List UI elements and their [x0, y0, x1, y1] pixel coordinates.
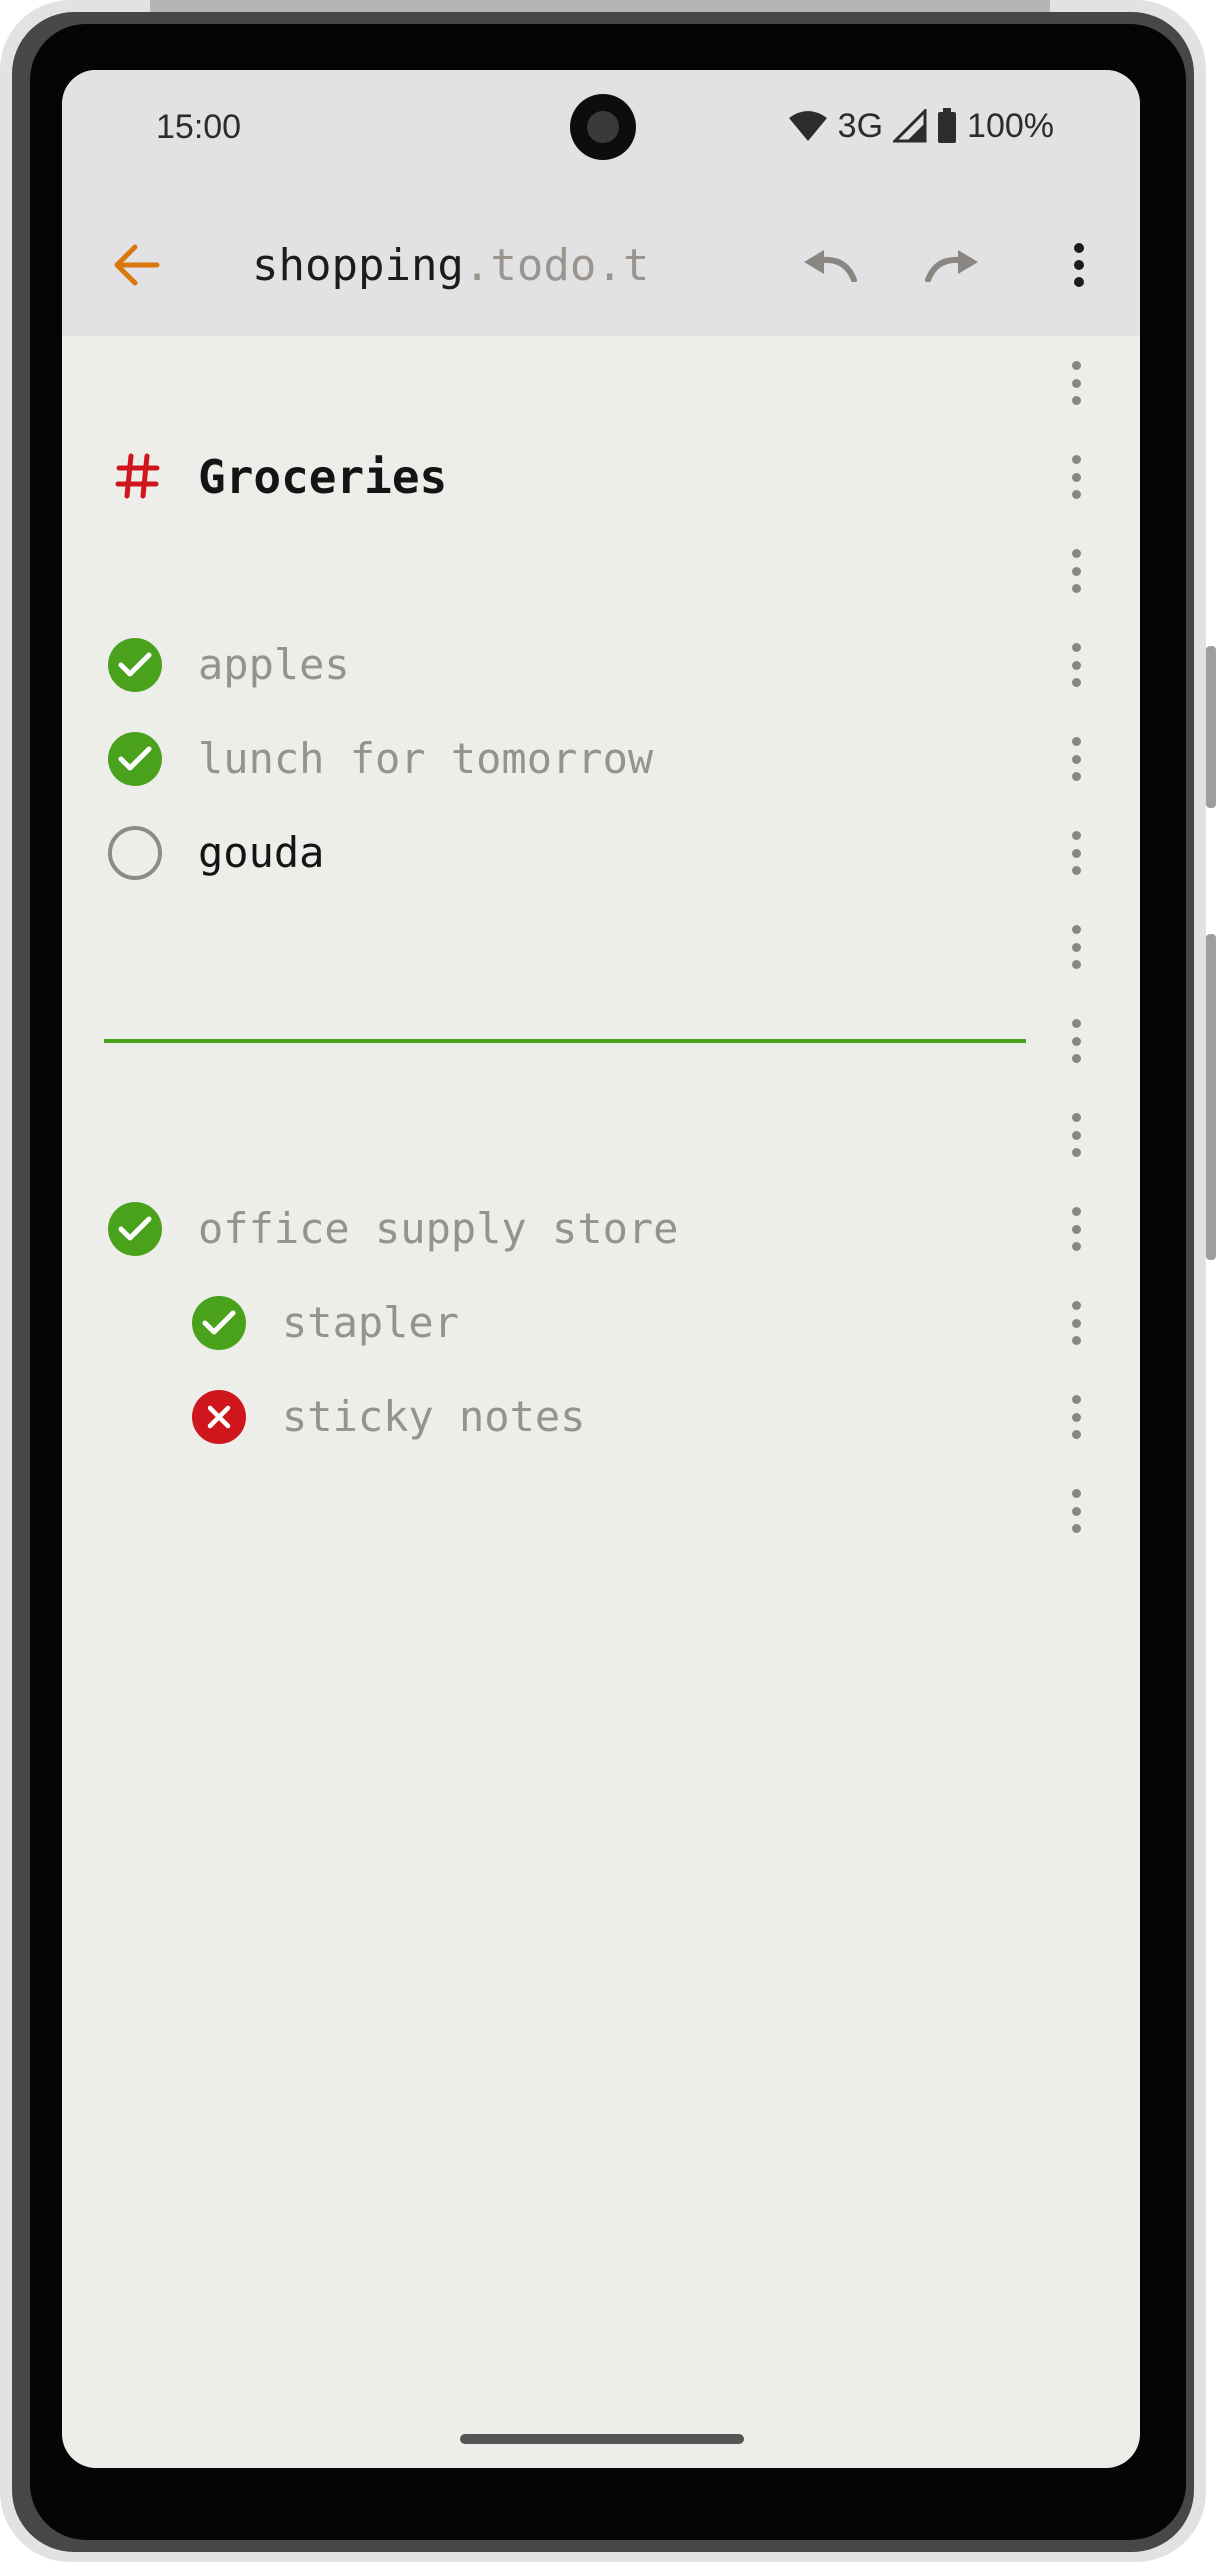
- row-menu-button[interactable]: [1058, 737, 1094, 781]
- undo-button[interactable]: [794, 230, 864, 300]
- close-icon: [207, 1405, 231, 1429]
- row-menu-button[interactable]: [1058, 549, 1094, 593]
- file-extension: .todo.t: [463, 240, 650, 291]
- task-row[interactable]: office supply store: [62, 1182, 1140, 1276]
- phone-volume-button: [1206, 934, 1216, 1260]
- phone-power-button: [1206, 646, 1216, 808]
- redo-button[interactable]: [918, 230, 988, 300]
- done-checkbox[interactable]: [108, 732, 162, 786]
- home-indicator[interactable]: [460, 2434, 744, 2444]
- done-checkbox[interactable]: [192, 1296, 246, 1350]
- status-indicators: 3G 100%: [788, 106, 1054, 146]
- check-icon: [118, 746, 152, 771]
- row-menu-button[interactable]: [1058, 361, 1094, 405]
- blank-line[interactable]: [62, 524, 1140, 618]
- open-checkbox[interactable]: [108, 826, 162, 880]
- task-text: office supply store: [198, 1204, 679, 1253]
- row-menu-button[interactable]: [1058, 455, 1094, 499]
- heading-row[interactable]: Groceries: [62, 430, 1140, 524]
- row-menu-button[interactable]: [1058, 1489, 1094, 1533]
- screen: 15:00 3G 100% shopping.todo.t Groceries …: [62, 70, 1140, 2468]
- done-checkbox[interactable]: [108, 638, 162, 692]
- front-camera: [570, 94, 636, 160]
- app-bar: shopping.todo.t: [62, 194, 1140, 336]
- status-bar: 15:00 3G 100%: [62, 70, 1140, 194]
- overflow-menu-button[interactable]: [1044, 230, 1114, 300]
- row-menu-button[interactable]: [1058, 1395, 1094, 1439]
- blank-line[interactable]: [62, 900, 1140, 994]
- row-menu-button[interactable]: [1058, 831, 1094, 875]
- task-row[interactable]: gouda: [62, 806, 1140, 900]
- divider-row[interactable]: [62, 994, 1140, 1088]
- file-name: shopping: [252, 240, 464, 291]
- check-icon: [118, 652, 152, 677]
- battery-percent: 100%: [967, 106, 1054, 145]
- undo-icon: [804, 250, 857, 282]
- row-menu-button[interactable]: [1058, 1207, 1094, 1251]
- todo-document: Groceries apples lunch for tomorrow goud…: [62, 336, 1140, 2468]
- hash-icon: [108, 446, 168, 506]
- back-arrow-icon: [114, 244, 160, 286]
- blank-line[interactable]: [62, 1464, 1140, 1558]
- subtask-row[interactable]: sticky notes: [62, 1370, 1140, 1464]
- file-title[interactable]: shopping.todo.t: [252, 238, 702, 294]
- task-text: lunch for tomorrow: [198, 734, 654, 783]
- task-row[interactable]: apples: [62, 618, 1140, 712]
- back-button[interactable]: [106, 234, 168, 296]
- status-time: 15:00: [156, 108, 242, 146]
- check-icon: [202, 1310, 236, 1335]
- redo-icon: [925, 250, 978, 282]
- signal-icon: [893, 109, 927, 143]
- section-divider: [104, 1039, 1026, 1043]
- blank-line[interactable]: [62, 336, 1140, 430]
- network-type: 3G: [837, 106, 884, 145]
- more-vert-icon: [1074, 243, 1084, 287]
- blank-line[interactable]: [62, 1088, 1140, 1182]
- wifi-icon: [788, 110, 828, 142]
- task-text: sticky notes: [282, 1392, 586, 1441]
- check-icon: [118, 1216, 152, 1241]
- subtask-row[interactable]: stapler: [62, 1276, 1140, 1370]
- done-checkbox[interactable]: [108, 1202, 162, 1256]
- row-menu-button[interactable]: [1058, 1301, 1094, 1345]
- task-text: apples: [198, 640, 350, 689]
- battery-icon: [937, 108, 957, 144]
- heading-text: Groceries: [198, 450, 448, 504]
- row-menu-button[interactable]: [1058, 643, 1094, 687]
- cancelled-checkbox[interactable]: [192, 1390, 246, 1444]
- row-menu-button[interactable]: [1058, 925, 1094, 969]
- row-menu-button[interactable]: [1058, 1113, 1094, 1157]
- task-text: gouda: [198, 828, 325, 877]
- row-menu-button[interactable]: [1058, 1019, 1094, 1063]
- task-row[interactable]: lunch for tomorrow: [62, 712, 1140, 806]
- task-text: stapler: [282, 1298, 460, 1347]
